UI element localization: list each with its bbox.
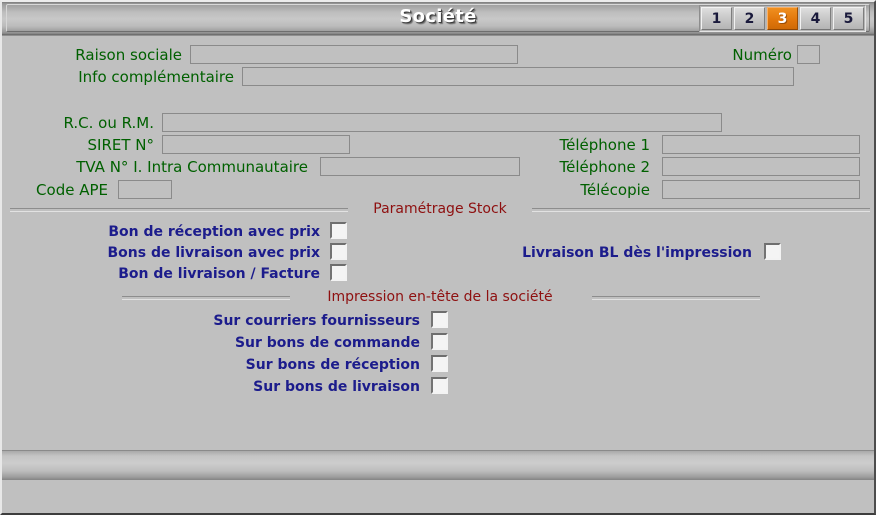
title-bar: Société 1 2 3 4 5: [2, 2, 874, 35]
raison-sociale-input[interactable]: [190, 45, 518, 64]
bon-livraison-facture-label: Bon de livraison / Facture: [118, 266, 320, 282]
telecopie-label: Télécopie: [580, 181, 650, 199]
header-section-title: Impression en-tête de la société: [327, 289, 553, 305]
bon-reception-avec-prix-tick: [332, 224, 345, 237]
sur-bons-de-commande-tick: [433, 335, 446, 348]
stock-rule-left: [10, 208, 348, 212]
stock-section-separator: Paramétrage Stock: [2, 201, 874, 217]
raison-sociale-label: Raison sociale: [75, 46, 182, 64]
siret-label: SIRET N°: [87, 136, 155, 154]
telephone2-label: Téléphone 2: [559, 158, 651, 176]
tab-page-2[interactable]: 2: [734, 7, 765, 30]
bon-livraison-facture-tick: [332, 266, 345, 279]
rc-rm-input[interactable]: [162, 113, 722, 132]
livraison-bl-des-impression-checkbox[interactable]: [764, 243, 781, 260]
sur-courriers-fournisseurs-checkbox[interactable]: [431, 311, 448, 328]
sur-bons-de-livraison-checkbox[interactable]: [431, 377, 448, 394]
siret-input[interactable]: [162, 135, 350, 154]
bon-reception-avec-prix-checkbox[interactable]: [330, 222, 347, 239]
tab-page-4[interactable]: 4: [800, 7, 831, 30]
sur-bons-de-livraison-tick: [433, 379, 446, 392]
sur-bons-de-commande-checkbox[interactable]: [431, 333, 448, 350]
tab-page-3[interactable]: 3: [767, 7, 798, 30]
header-section-separator: Impression en-tête de la société: [2, 289, 874, 305]
sur-bons-de-reception-label: Sur bons de réception: [245, 357, 420, 373]
numero-label-spacer: Info complémentaire: [78, 68, 234, 86]
bons-livraison-avec-prix-tick: [332, 245, 345, 258]
tab-page-5[interactable]: 5: [833, 7, 864, 30]
bon-reception-avec-prix-label: Bon de réception avec prix: [108, 224, 320, 240]
info-complementaire-input[interactable]: [242, 67, 794, 86]
sur-courriers-fournisseurs-tick: [433, 313, 446, 326]
sur-bons-de-commande-label: Sur bons de commande: [234, 335, 420, 351]
numero-input[interactable]: [797, 45, 820, 64]
rc-rm-label: R.C. ou R.M.: [63, 114, 154, 132]
livraison-bl-des-impression-label: Livraison BL dès l'impression: [522, 245, 752, 261]
form-client-area: Raison sociale Info complémentaire Numér…: [2, 35, 874, 480]
bon-livraison-facture-checkbox[interactable]: [330, 264, 347, 281]
code-ape-label: Code APE: [36, 181, 108, 199]
telephone1-label: Téléphone 1: [559, 136, 651, 154]
livraison-bl-des-impression-tick: [766, 245, 779, 258]
status-bar: [2, 450, 874, 480]
sur-bons-de-reception-checkbox[interactable]: [431, 355, 448, 372]
telecopie-input[interactable]: [662, 180, 860, 199]
numero-label: Numéro: [732, 46, 792, 64]
telephone2-input[interactable]: [662, 157, 860, 176]
stock-section-title: Paramétrage Stock: [373, 201, 507, 217]
bons-livraison-avec-prix-label: Bons de livraison avec prix: [107, 245, 320, 261]
tab-page-1[interactable]: 1: [701, 7, 732, 30]
page-tabstrip: 1 2 3 4 5: [699, 5, 866, 32]
societe-window: Société 1 2 3 4 5 Raison sociale Info co…: [0, 0, 876, 515]
tva-label: TVA N° I. Intra Communautaire: [76, 158, 308, 176]
header-rule-left: [122, 296, 290, 300]
bons-livraison-avec-prix-checkbox[interactable]: [330, 243, 347, 260]
telephone1-input[interactable]: [662, 135, 860, 154]
sur-bons-de-reception-tick: [433, 357, 446, 370]
sur-bons-de-livraison-label: Sur bons de livraison: [253, 379, 420, 395]
sur-courriers-fournisseurs-label: Sur courriers fournisseurs: [213, 313, 420, 329]
code-ape-input[interactable]: [118, 180, 172, 199]
header-rule-right: [592, 296, 760, 300]
stock-rule-right: [532, 208, 870, 212]
